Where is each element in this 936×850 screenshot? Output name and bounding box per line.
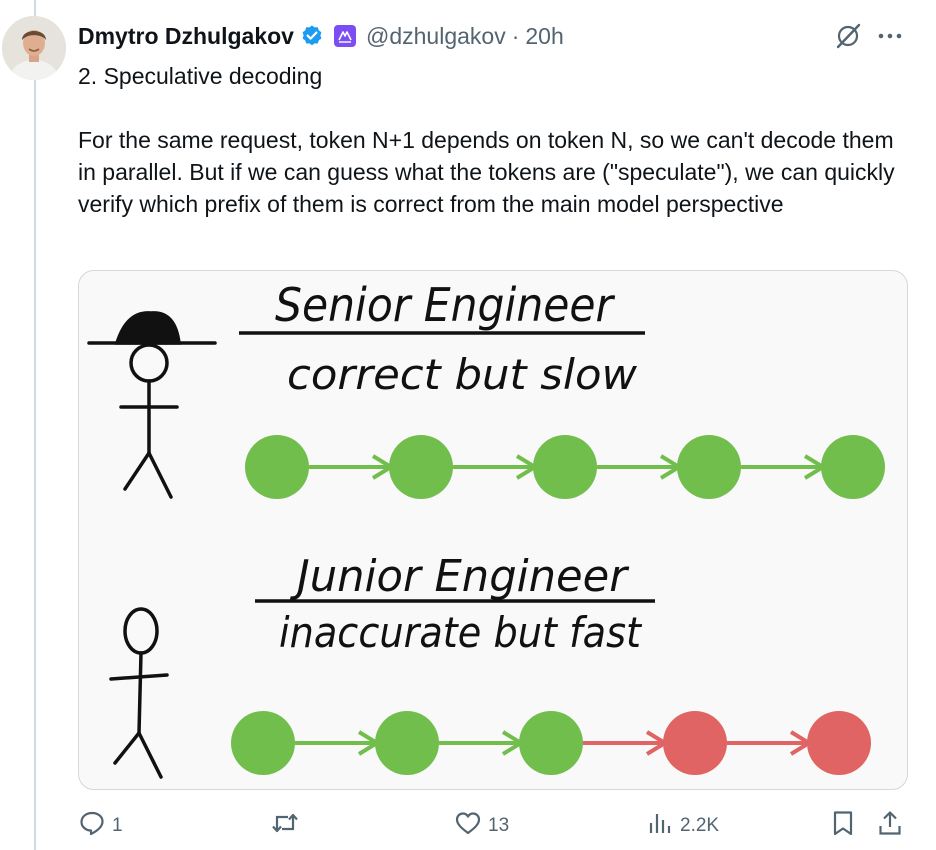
like-button[interactable]: 13	[454, 806, 509, 846]
junior-token-4	[663, 711, 727, 775]
action-bar: 1 13 2.2K	[78, 806, 908, 846]
senior-engineer-figure	[87, 311, 217, 499]
junior-token-3	[519, 711, 583, 775]
tweet-title: 2. Speculative decoding	[78, 63, 323, 89]
media-image[interactable]: Senior Engineer correct but slow Junior …	[78, 270, 908, 790]
tweet: Dmytro Dzhulgakov @dzhulgakov · 20h 2. S…	[0, 0, 936, 850]
senior-token-4	[677, 435, 741, 499]
views-button[interactable]: 2.2K	[646, 806, 719, 846]
senior-token-3	[533, 435, 597, 499]
retweet-icon	[270, 809, 300, 843]
junior-token-chain	[231, 711, 871, 775]
bookmark-icon	[830, 809, 856, 843]
more-icon[interactable]	[876, 24, 904, 53]
bookmark-button[interactable]	[830, 806, 856, 846]
reply-icon	[78, 809, 106, 843]
retweet-button[interactable]	[270, 806, 306, 846]
affiliate-badge-icon[interactable]	[333, 25, 356, 47]
share-icon	[876, 809, 904, 843]
thread-line	[34, 0, 36, 850]
reply-button[interactable]: 1	[78, 806, 123, 846]
author-handle[interactable]: @dzhulgakov	[366, 23, 506, 50]
avatar[interactable]	[2, 16, 66, 80]
views-icon	[646, 809, 674, 843]
grok-icon[interactable]	[834, 22, 862, 55]
verified-badge-icon[interactable]	[300, 24, 324, 48]
like-count: 13	[488, 815, 510, 836]
senior-token-5	[821, 435, 885, 499]
share-button[interactable]	[876, 806, 904, 846]
tweet-body: For the same request, token N+1 depends …	[78, 127, 895, 217]
junior-subtitle: inaccurate but fast	[279, 608, 642, 657]
author-name[interactable]: Dmytro Dzhulgakov	[78, 23, 294, 50]
senior-token-2	[389, 435, 453, 499]
junior-token-1	[231, 711, 295, 775]
junior-engineer-figure	[109, 607, 169, 779]
junior-title: Junior Engineer	[289, 551, 630, 602]
views-count: 2.2K	[680, 815, 720, 836]
junior-token-5	[807, 711, 871, 775]
senior-title: Senior Engineer	[275, 278, 616, 332]
reply-count: 1	[112, 815, 123, 836]
tweet-header: Dmytro Dzhulgakov @dzhulgakov · 20h	[78, 18, 564, 54]
timestamp[interactable]: 20h	[525, 23, 563, 50]
dot-separator: ·	[511, 22, 520, 49]
junior-token-2	[375, 711, 439, 775]
tweet-text: 2. Speculative decoding For the same req…	[78, 60, 898, 220]
senior-subtitle: correct but slow	[287, 350, 638, 399]
senior-token-chain	[245, 435, 885, 499]
senior-token-1	[245, 435, 309, 499]
speculative-decoding-illustration: Senior Engineer correct but slow Junior …	[87, 278, 885, 779]
heart-icon	[454, 809, 482, 843]
